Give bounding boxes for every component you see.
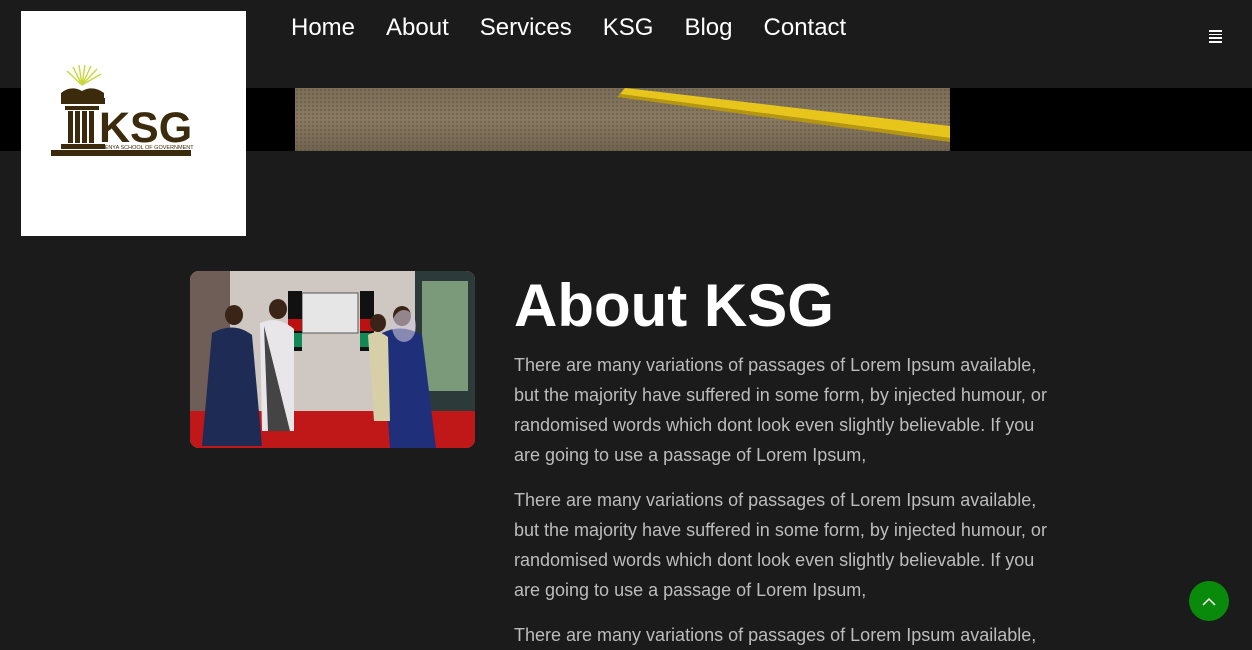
nav-ksg-link[interactable]: KSG — [603, 14, 654, 42]
sun-rays-icon — [66, 64, 102, 86]
about-title: About KSG — [514, 272, 834, 339]
about-paragraph-2: There are many variations of passages of… — [514, 490, 1047, 600]
about-photo — [190, 271, 475, 448]
nav-blog-link[interactable]: Blog — [684, 14, 732, 42]
chevron-up-icon — [1202, 597, 1216, 606]
hamburger-menu-icon[interactable] — [1209, 30, 1222, 43]
svg-text:KENYA SCHOOL OF GOVERNMENT: KENYA SCHOOL OF GOVERNMENT — [101, 145, 194, 151]
nav-home-link[interactable]: Home — [291, 14, 355, 42]
about-paragraph-1: There are many variations of passages of… — [514, 355, 1047, 465]
about-paragraph-3: There are many variations of passages of… — [514, 625, 1037, 645]
main-nav: Home About Services KSG Blog Contact — [291, 14, 877, 42]
hero-image — [295, 88, 950, 151]
nav-services-link[interactable]: Services — [480, 14, 572, 42]
nav-about-link[interactable]: About — [386, 14, 449, 42]
back-to-top-button[interactable] — [1189, 581, 1229, 621]
site-logo[interactable]: KSG KENYA SCHOOL OF GOVERNMENT — [21, 11, 246, 236]
nav-contact-link[interactable]: Contact — [764, 14, 847, 42]
